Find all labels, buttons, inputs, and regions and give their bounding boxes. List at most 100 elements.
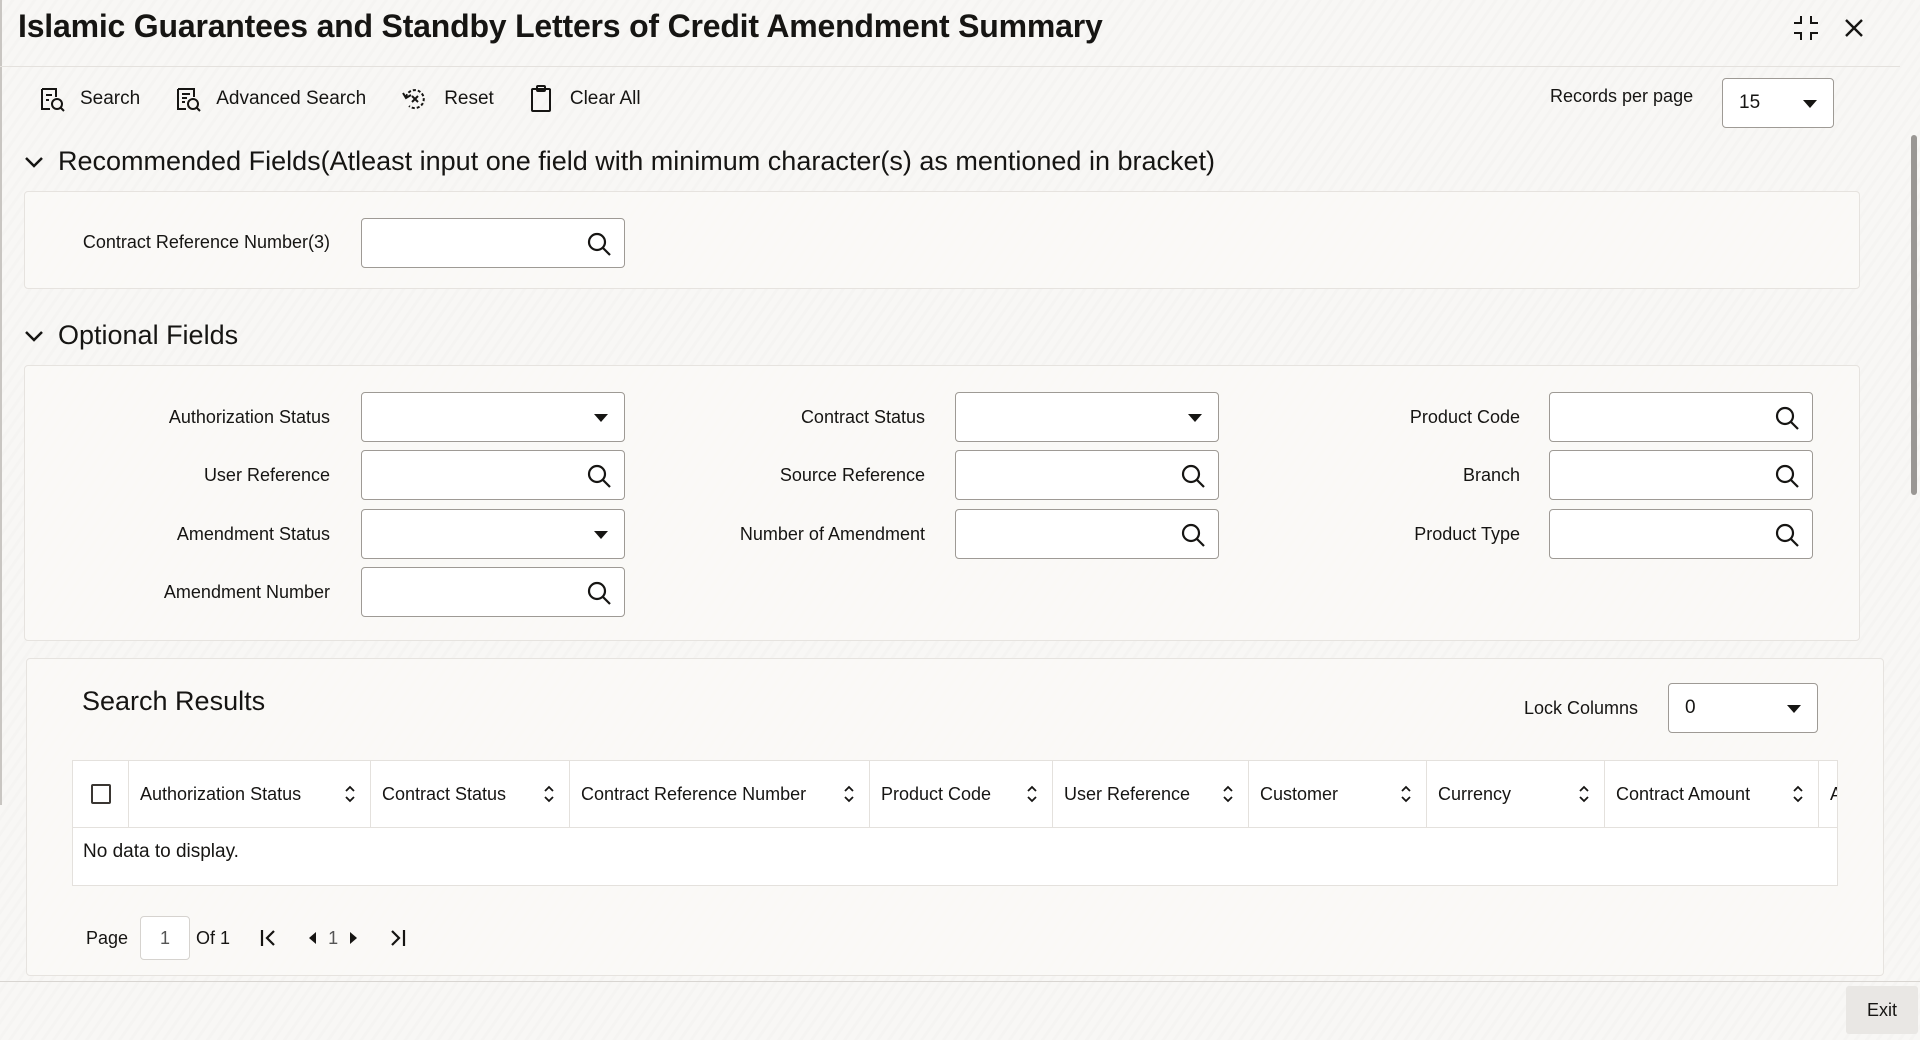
column-label: Contract Reference Number bbox=[581, 784, 807, 804]
sort-icon[interactable] bbox=[344, 785, 356, 803]
exit-button[interactable]: Exit bbox=[1846, 986, 1918, 1034]
product-type-label: Product Type bbox=[1414, 524, 1520, 544]
column-header-product-code[interactable]: Product Code bbox=[870, 761, 1053, 828]
sort-icon[interactable] bbox=[543, 785, 555, 803]
column-header-currency[interactable]: Currency bbox=[1427, 761, 1605, 828]
optional-fields-toggle[interactable]: Optional Fields bbox=[24, 320, 238, 351]
sort-icon[interactable] bbox=[1578, 785, 1590, 803]
reset-icon bbox=[402, 89, 425, 110]
search-icon[interactable] bbox=[1774, 463, 1800, 489]
contract-status-label: Contract Status bbox=[800, 407, 925, 427]
select-all-checkbox[interactable] bbox=[91, 784, 111, 804]
sort-icon[interactable] bbox=[1222, 785, 1234, 803]
sort-icon[interactable] bbox=[843, 785, 855, 803]
contract-reference-label: Contract Reference Number(3) bbox=[82, 232, 330, 252]
page-number-input[interactable]: 1 bbox=[140, 916, 191, 960]
search-icon[interactable] bbox=[1774, 405, 1800, 431]
column-label: Customer bbox=[1260, 784, 1339, 804]
left-border bbox=[0, 0, 2, 805]
authorization-status-select[interactable] bbox=[361, 392, 625, 442]
reset-button[interactable]: Reset bbox=[400, 85, 494, 113]
source-reference-input[interactable] bbox=[955, 450, 1219, 500]
search-icon[interactable] bbox=[586, 231, 612, 257]
product-type-input[interactable] bbox=[1549, 509, 1813, 559]
lock-columns-value: 0 bbox=[1685, 697, 1696, 718]
previous-page-icon[interactable] bbox=[306, 930, 318, 946]
last-page-icon[interactable] bbox=[386, 927, 408, 949]
number-of-amendment-label: Number of Amendment bbox=[739, 524, 925, 544]
amendment-number-label: Amendment Number bbox=[163, 582, 330, 602]
close-icon[interactable] bbox=[1838, 12, 1870, 44]
current-page: 1 bbox=[328, 927, 339, 948]
user-reference-label: User Reference bbox=[203, 465, 330, 485]
column-header-contract-reference-number[interactable]: Contract Reference Number bbox=[570, 761, 870, 828]
search-icon[interactable] bbox=[1180, 522, 1206, 548]
clipboard-icon bbox=[530, 85, 551, 112]
page-title: Islamic Guarantees and Standby Letters o… bbox=[18, 8, 1103, 44]
no-data-message: No data to display. bbox=[83, 841, 239, 862]
footer-divider bbox=[0, 981, 1920, 982]
vertical-scrollbar[interactable] bbox=[1906, 130, 1920, 980]
column-label: User Reference bbox=[1064, 784, 1191, 804]
sort-icon[interactable] bbox=[1026, 785, 1038, 803]
pager-nav: 1 bbox=[258, 927, 408, 949]
amendment-number-input[interactable] bbox=[361, 567, 625, 617]
branch-input[interactable] bbox=[1549, 450, 1813, 500]
branch-label: Branch bbox=[1462, 465, 1520, 485]
column-header-contract-status[interactable]: Contract Status bbox=[371, 761, 570, 828]
title-divider bbox=[0, 66, 1900, 67]
column-header-authorization-status[interactable]: Authorization Status bbox=[129, 761, 371, 828]
clear-all-button[interactable]: Clear All bbox=[528, 84, 641, 114]
records-per-page-select[interactable]: 15 bbox=[1722, 78, 1834, 128]
search-icon[interactable] bbox=[1774, 522, 1800, 548]
lock-columns-label: Lock Columns bbox=[1524, 698, 1639, 718]
pagination: Page 1 Of 1 1 bbox=[86, 916, 408, 960]
column-header-customer[interactable]: Customer bbox=[1249, 761, 1427, 828]
recommended-fields-toggle[interactable]: Recommended Fields(Atleast input one fie… bbox=[24, 146, 1215, 177]
reset-label: Reset bbox=[444, 88, 494, 109]
product-code-label: Product Code bbox=[1409, 407, 1520, 427]
minimize-window-icon[interactable] bbox=[1790, 12, 1822, 44]
contract-reference-input[interactable] bbox=[361, 218, 625, 268]
product-code-input[interactable] bbox=[1549, 392, 1813, 442]
chevron-down-icon bbox=[1188, 414, 1202, 422]
page-of-label: Of 1 bbox=[196, 927, 231, 948]
amendment-status-select[interactable] bbox=[361, 509, 625, 559]
column-header-user-reference[interactable]: User Reference bbox=[1053, 761, 1249, 828]
search-icon[interactable] bbox=[586, 580, 612, 606]
results-table: Authorization Status Contract Status Con… bbox=[72, 760, 1838, 886]
advanced-search-button[interactable]: Advanced Search bbox=[174, 85, 366, 113]
search-doc-icon bbox=[41, 88, 65, 112]
search-icon[interactable] bbox=[586, 463, 612, 489]
amendment-status-label: Amendment Status bbox=[176, 524, 330, 544]
sort-icon[interactable] bbox=[1400, 785, 1412, 803]
sort-icon[interactable] bbox=[1792, 785, 1804, 803]
records-per-page-value: 15 bbox=[1739, 92, 1761, 113]
contract-status-select[interactable] bbox=[955, 392, 1219, 442]
chevron-down-icon bbox=[1803, 100, 1817, 108]
column-label: Contract Status bbox=[382, 784, 507, 804]
column-header-truncated[interactable]: A bbox=[1819, 761, 1837, 828]
column-label: Product Code bbox=[881, 784, 992, 804]
scrollbar-thumb[interactable] bbox=[1911, 135, 1917, 495]
select-all-cell bbox=[73, 761, 129, 828]
user-reference-input[interactable] bbox=[361, 450, 625, 500]
search-icon[interactable] bbox=[1180, 463, 1206, 489]
recommended-fields-heading: Recommended Fields(Atleast input one fie… bbox=[58, 146, 1215, 176]
summary-screen: Islamic Guarantees and Standby Letters o… bbox=[0, 0, 1920, 1040]
chevron-down-icon bbox=[25, 330, 43, 342]
number-of-amendment-input[interactable] bbox=[955, 509, 1219, 559]
chevron-down-icon bbox=[594, 531, 608, 539]
column-label: A bbox=[1830, 784, 1837, 805]
advanced-search-label: Advanced Search bbox=[216, 88, 367, 109]
column-label: Contract Amount bbox=[1616, 784, 1751, 804]
authorization-status-label: Authorization Status bbox=[168, 407, 330, 427]
page-label: Page bbox=[86, 927, 129, 948]
column-header-contract-amount[interactable]: Contract Amount bbox=[1605, 761, 1819, 828]
table-header: Authorization Status Contract Status Con… bbox=[73, 761, 1837, 828]
first-page-icon[interactable] bbox=[258, 927, 280, 949]
lock-columns-select[interactable]: 0 bbox=[1668, 683, 1818, 733]
column-label: Authorization Status bbox=[140, 784, 302, 804]
next-page-icon[interactable] bbox=[348, 930, 360, 946]
search-button[interactable]: Search bbox=[38, 85, 140, 113]
